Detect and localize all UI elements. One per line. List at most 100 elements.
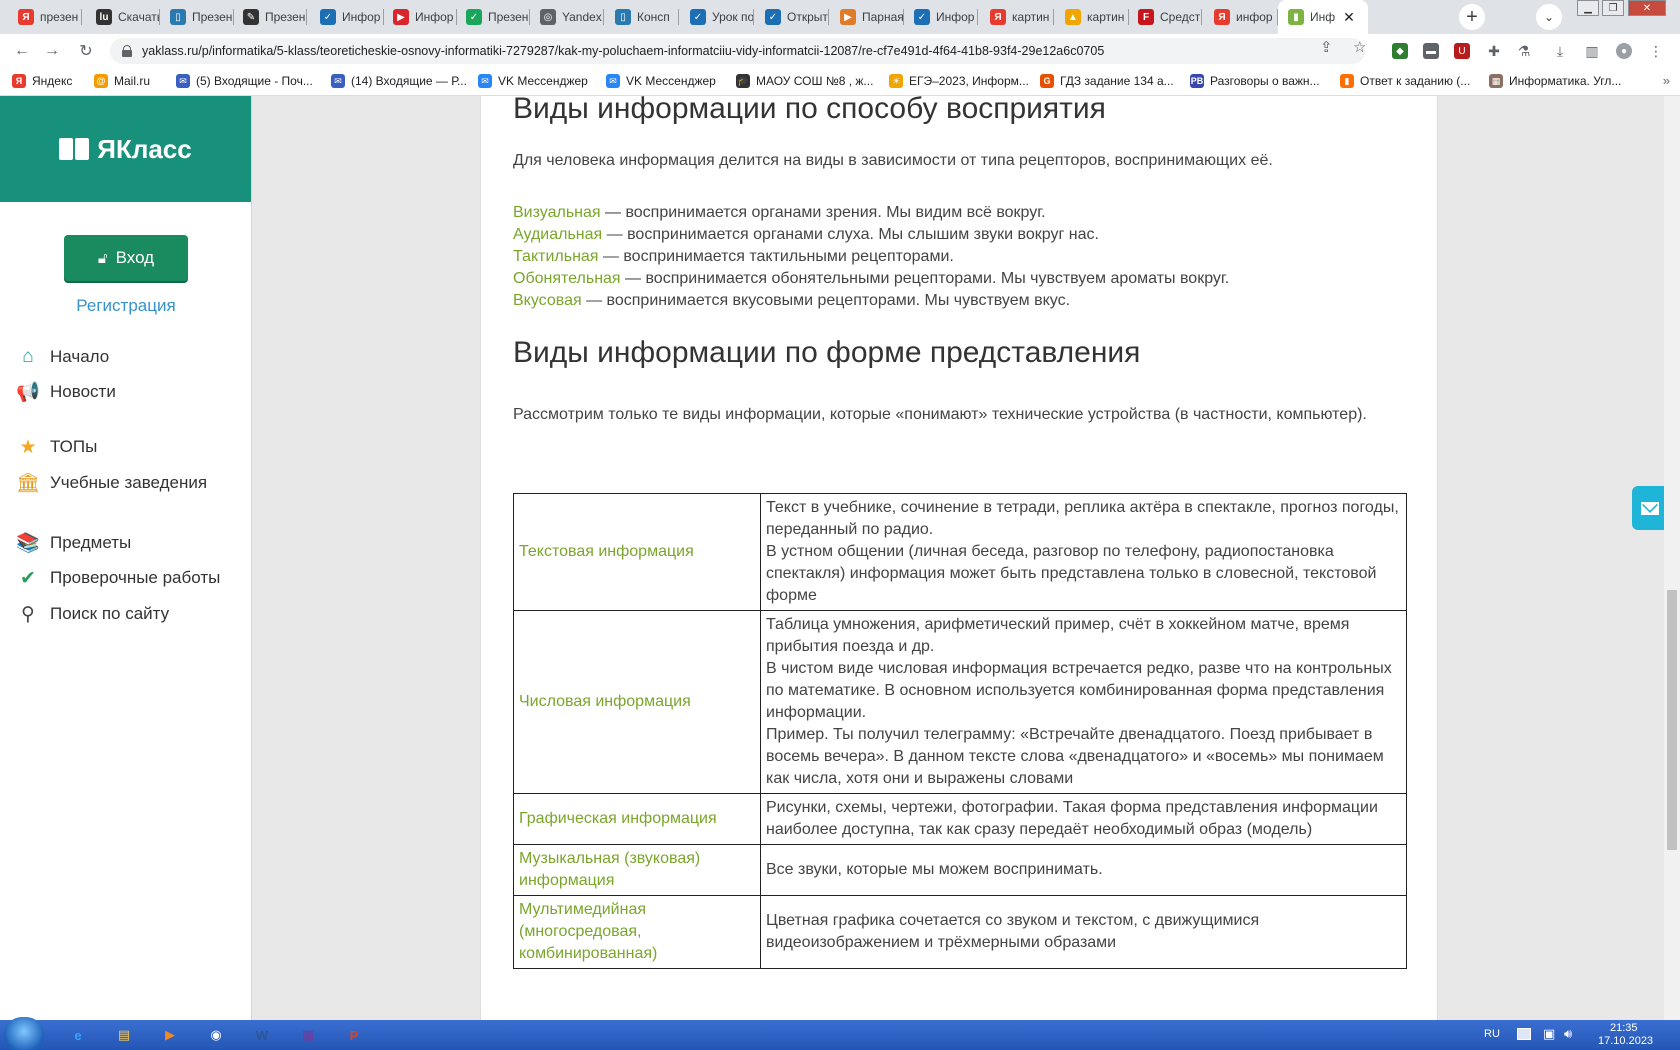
browser-tab[interactable]: ✓ Инфор bbox=[310, 0, 384, 34]
books-icon: 📚 bbox=[16, 533, 40, 554]
clock-date[interactable]: 17.10.2023 bbox=[1598, 1035, 1653, 1047]
bookmark-item[interactable]: @ Mail.ru bbox=[94, 74, 150, 88]
bookmark-item[interactable]: ▮ Ответ к заданию (... bbox=[1340, 74, 1470, 88]
tab-title: Инфор bbox=[936, 10, 975, 24]
sidebar-nav-item[interactable]: 📢 Новости bbox=[16, 380, 116, 404]
close-tab-icon[interactable]: ✕ bbox=[1343, 9, 1355, 26]
extension-icon[interactable]: ◆ bbox=[1392, 43, 1408, 59]
browser-tab[interactable]: lu Скачать bbox=[86, 0, 160, 34]
extension-icon[interactable]: ▬ bbox=[1423, 43, 1439, 59]
browser-tab[interactable]: ▶ Парная bbox=[830, 0, 904, 34]
bookmark-item[interactable]: ☀ ЕГЭ–2023, Информ... bbox=[889, 74, 1029, 88]
info-description-cell: Цветная графика сочетается со звуком и т… bbox=[760, 895, 1407, 969]
browser-tab[interactable]: ✓ Инфор bbox=[904, 0, 978, 34]
language-indicator[interactable]: RU bbox=[1484, 1028, 1500, 1040]
bookmark-label: VK Мессенджер bbox=[626, 74, 716, 88]
side-panel-icon[interactable]: ▥ bbox=[1584, 43, 1600, 59]
browser-tab[interactable]: F Средст bbox=[1128, 0, 1202, 34]
powerpoint-icon[interactable]: P bbox=[336, 1023, 372, 1047]
bookmark-item[interactable]: ✉ VK Мессенджер bbox=[606, 74, 716, 88]
extension-icon[interactable]: U bbox=[1454, 43, 1470, 59]
browser-tab[interactable]: ✎ Презен bbox=[233, 0, 307, 34]
browser-tab[interactable]: Якартин bbox=[980, 0, 1054, 34]
browser-tab[interactable]: Яинфор bbox=[1204, 0, 1278, 34]
minimize-icon[interactable]: ▁ bbox=[1577, 0, 1599, 16]
vk-icon: ✉ bbox=[478, 74, 492, 88]
close-window-icon[interactable]: ✕ bbox=[1628, 0, 1666, 16]
profile-avatar[interactable]: ● bbox=[1616, 43, 1632, 59]
reload-icon[interactable]: ↻ bbox=[74, 40, 98, 62]
sidebar-nav-item[interactable]: ⚲ Поиск по сайту bbox=[16, 602, 169, 626]
browser-tab[interactable]: ▯ Консп bbox=[605, 0, 679, 34]
yandex-icon: Я bbox=[990, 9, 1006, 25]
tab-separator bbox=[603, 9, 604, 25]
envelope-icon bbox=[1641, 501, 1659, 515]
bookmark-star-icon[interactable]: ☆ bbox=[1353, 38, 1366, 56]
forward-icon[interactable]: → bbox=[40, 40, 64, 62]
menu-icon[interactable]: ⋮ bbox=[1648, 43, 1664, 59]
sidebar-nav-item[interactable]: 🏛 Учебные заведения bbox=[16, 471, 207, 495]
perception-term: Аудиальная bbox=[513, 226, 603, 243]
tab-search-icon[interactable]: ⌄ bbox=[1536, 4, 1562, 30]
bookmark-label: Информатика. Угл... bbox=[1509, 74, 1622, 88]
perception-description: — воспринимается вкусовыми рецепторами. … bbox=[581, 292, 1071, 309]
chrome-icon[interactable]: ◉ bbox=[198, 1023, 234, 1047]
network-icon[interactable]: ▣ bbox=[1543, 1026, 1555, 1042]
folder-icon[interactable]: ▤ bbox=[106, 1023, 142, 1047]
bookmark-label: Яндекс bbox=[32, 74, 73, 88]
page-scrollbar[interactable] bbox=[1664, 96, 1680, 1020]
restore-icon[interactable]: ❐ bbox=[1602, 0, 1624, 16]
description-line: Цветная графика сочетается со звуком и т… bbox=[766, 912, 1260, 951]
browser-tab[interactable]: ▶ Инфор bbox=[383, 0, 457, 34]
scrollbar-thumb[interactable] bbox=[1667, 590, 1677, 850]
browser-tab[interactable]: ▲ картин bbox=[1055, 0, 1129, 34]
login-button[interactable]: 🔓︎ Вход bbox=[64, 235, 188, 281]
browser-tab[interactable]: Япрезен bbox=[8, 0, 82, 34]
bookmark-item[interactable]: ✉ (5) Входящие - Поч... bbox=[176, 74, 313, 88]
sidebar-nav-label: Новости bbox=[50, 382, 116, 401]
bookmark-item[interactable]: 🎓 МАОУ СОШ №8 , ж... bbox=[736, 74, 873, 88]
bookmark-item[interactable]: Я Яндекс bbox=[12, 74, 72, 88]
back-icon[interactable]: ← bbox=[10, 40, 34, 62]
bookmark-item[interactable]: ✉ (14) Входящие — Р... bbox=[331, 74, 467, 88]
word-icon[interactable]: W bbox=[244, 1023, 280, 1047]
feedback-mail-button[interactable] bbox=[1632, 486, 1668, 530]
sidebar-nav-item[interactable]: ✔ Проверочные работы bbox=[16, 566, 220, 590]
address-bar[interactable]: yaklass.ru/p/informatika/5-klass/teoreti… bbox=[110, 38, 1365, 64]
bookmark-item[interactable]: G ГДЗ задание 134 а... bbox=[1040, 74, 1174, 88]
bookmark-label: Ответ к заданию (... bbox=[1360, 74, 1471, 88]
download-icon[interactable]: ⤓ bbox=[1552, 43, 1568, 59]
media-player-icon[interactable]: ▶ bbox=[152, 1023, 188, 1047]
browser-tab[interactable]: ✓ Презен bbox=[456, 0, 530, 34]
browser-tab[interactable]: ✓ Урок по bbox=[680, 0, 754, 34]
ie-icon[interactable]: e bbox=[60, 1023, 96, 1047]
bookmark-item[interactable]: ✉ VK Мессенджер bbox=[478, 74, 588, 88]
start-button[interactable] bbox=[4, 1017, 44, 1050]
share-icon[interactable]: ⇪ bbox=[1320, 38, 1333, 56]
book-icon: ▯ bbox=[615, 9, 631, 25]
sidebar-nav-label: Проверочные работы bbox=[50, 568, 221, 587]
keyboard-icon[interactable] bbox=[1517, 1028, 1531, 1040]
sidebar-nav-item[interactable]: ⌂ Начало bbox=[16, 345, 109, 369]
bookmark-item[interactable]: РВ Разговоры о важн... bbox=[1190, 74, 1320, 88]
volume-icon[interactable]: 🔊︎ bbox=[1564, 1026, 1572, 1042]
sidebar-nav-item[interactable]: 📚 Предметы bbox=[16, 531, 131, 555]
tab-title: Инф bbox=[1310, 10, 1336, 24]
browser-tab[interactable]: ◎ Yandex bbox=[530, 0, 604, 34]
browser-tab[interactable]: ▯ Презен bbox=[160, 0, 234, 34]
gdz-icon: G bbox=[1040, 74, 1054, 88]
puzzle-icon[interactable]: ✚ bbox=[1486, 43, 1502, 59]
sidebar-nav-label: Поиск по сайту bbox=[50, 604, 170, 623]
browser-tab[interactable]: ✓ Открыт bbox=[755, 0, 829, 34]
sidebar-nav-item[interactable]: ★ ТОПы bbox=[16, 435, 97, 459]
lab-icon[interactable]: ⚗ bbox=[1516, 43, 1532, 59]
archive-icon[interactable]: ▦ bbox=[290, 1023, 326, 1047]
site-logo[interactable]: ЯКласс bbox=[0, 96, 251, 202]
more-bookmarks-icon[interactable]: » bbox=[1663, 73, 1670, 88]
register-link[interactable]: Регистрация bbox=[0, 296, 252, 316]
bookmark-item[interactable]: ▦ Информатика. Угл... bbox=[1489, 74, 1621, 88]
clock-time[interactable]: 21:35 bbox=[1610, 1022, 1638, 1034]
intro-representation: Рассмотрим только те виды информации, ко… bbox=[513, 406, 1367, 423]
browser-tab[interactable]: ▮ Инф ✕ bbox=[1278, 0, 1368, 34]
new-tab-button[interactable]: + bbox=[1459, 4, 1485, 30]
